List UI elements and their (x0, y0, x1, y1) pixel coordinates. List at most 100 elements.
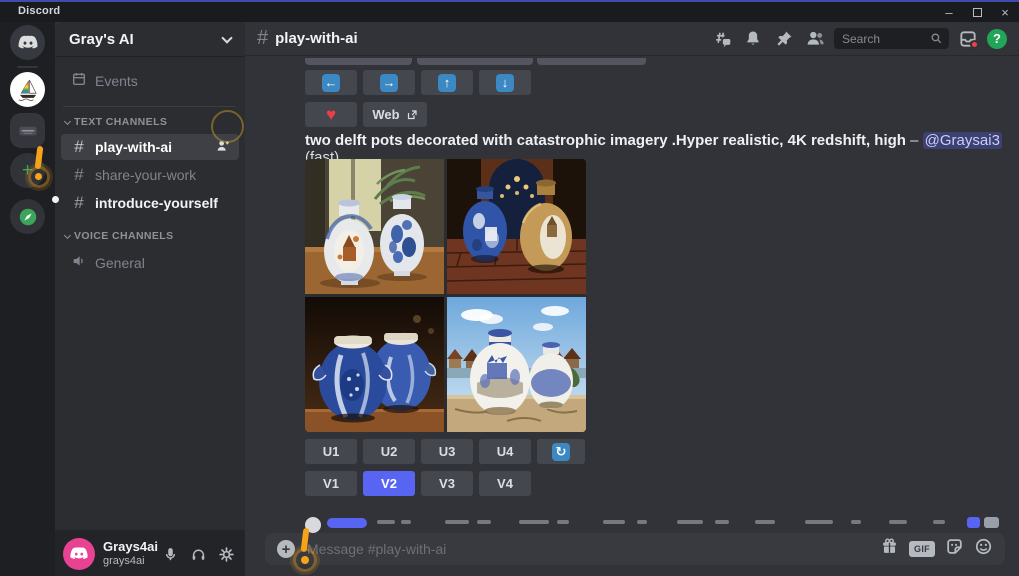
generated-image-3[interactable] (305, 297, 444, 432)
help-button[interactable]: ? (987, 29, 1007, 49)
server-thumbnail (15, 118, 41, 144)
clipped-message (285, 512, 1019, 534)
sidebar-divider (63, 106, 235, 107)
attach-button[interactable]: + (277, 540, 295, 558)
voice-channels-section[interactable]: VOICE CHANNELS (65, 230, 174, 242)
chevron-down-icon (221, 32, 232, 43)
user-bar: Grays4ai grays4ai (55, 530, 245, 576)
sidebar-item-introduce-yourself[interactable]: # introduce-yourself (61, 190, 239, 216)
upscale-3-button[interactable]: U3 (421, 439, 473, 464)
inbox-button[interactable] (956, 27, 980, 51)
maximize-icon (973, 8, 982, 17)
discord-window: Discord – × (0, 0, 1019, 576)
text-channels-section[interactable]: TEXT CHANNELS (65, 116, 167, 128)
plus-icon: + (282, 542, 291, 557)
sidebar-item-share-your-work[interactable]: # share-your-work (61, 162, 239, 188)
sidebar-item-events[interactable]: Events (61, 68, 239, 94)
variation-4-button[interactable]: V4 (479, 471, 531, 496)
variation-3-button[interactable]: V3 (421, 471, 473, 496)
favorite-button[interactable]: ♥ (305, 102, 357, 127)
search-container (834, 28, 949, 49)
sticker-button[interactable] (945, 537, 964, 561)
events-label: Events (95, 73, 138, 89)
gif-button[interactable]: GIF (909, 541, 935, 557)
arrow-right-icon: → (380, 74, 398, 92)
clipped-button[interactable] (417, 58, 533, 65)
maximize-button[interactable] (963, 2, 991, 22)
hash-icon: # (69, 137, 89, 157)
app-title: Discord (18, 5, 60, 17)
user-avatar[interactable] (63, 538, 95, 570)
chevron-down-icon (64, 117, 71, 124)
deafen-button[interactable] (187, 543, 209, 565)
generated-image-2[interactable] (447, 159, 586, 294)
pan-down-button[interactable]: ↓ (479, 70, 531, 95)
add-server-button[interactable]: + (10, 153, 45, 188)
generated-image-4[interactable] (447, 297, 586, 432)
chevron-down-icon (64, 231, 71, 238)
arrow-down-icon: ↓ (496, 74, 514, 92)
channel-sidebar: Gray's AI Events TEXT CHANNELS # play-wi… (55, 22, 245, 576)
server-name: Gray's AI (69, 31, 134, 48)
message-composer: + GIF (265, 533, 1005, 565)
rail-divider (17, 66, 38, 68)
close-button[interactable]: × (991, 2, 1019, 22)
pinned-messages-button[interactable] (772, 27, 796, 51)
prompt-text: two delft pots decorated with catastroph… (305, 132, 906, 149)
clipped-button[interactable] (305, 58, 412, 65)
hash-icon: # (257, 27, 268, 50)
emoji-button[interactable] (974, 537, 993, 561)
speaker-icon (69, 253, 89, 274)
sailboat-icon (15, 77, 41, 103)
user-handle: grays4ai (103, 555, 158, 568)
web-button[interactable]: Web (363, 102, 427, 127)
emoji (984, 517, 999, 528)
midjourney-server-button[interactable] (10, 72, 45, 107)
titlebar: Discord – × (0, 2, 1019, 22)
message-input[interactable] (305, 540, 880, 558)
channel-name: introduce-yourself (95, 195, 218, 211)
channel-name: General (95, 255, 145, 271)
arrow-left-icon: ← (322, 74, 340, 92)
clipped-button[interactable] (537, 58, 646, 65)
server-rail: + (0, 22, 55, 576)
gift-button[interactable] (880, 537, 899, 561)
member-list-button[interactable] (803, 27, 827, 51)
search-input[interactable] (840, 31, 930, 47)
channel-title: play-with-ai (275, 30, 358, 47)
pan-right-button[interactable]: → (363, 70, 415, 95)
variation-1-button[interactable]: V1 (305, 471, 357, 496)
headphones-icon (190, 546, 207, 563)
pan-up-button[interactable]: ↑ (421, 70, 473, 95)
sidebar-item-play-with-ai[interactable]: # play-with-ai (61, 134, 239, 160)
notifications-button[interactable] (741, 27, 765, 51)
server-header[interactable]: Gray's AI (55, 22, 245, 57)
pan-left-button[interactable]: ← (305, 70, 357, 95)
upscale-1-button[interactable]: U1 (305, 439, 357, 464)
smiley-icon (974, 537, 993, 556)
explore-servers-button[interactable] (10, 199, 45, 234)
user-mention[interactable]: @Graysai3 (923, 132, 1002, 149)
user-identity[interactable]: Grays4ai grays4ai (103, 540, 158, 568)
generated-image-1[interactable] (305, 159, 444, 294)
variation-2-button[interactable]: V2 (363, 471, 415, 496)
threads-button[interactable] (710, 27, 734, 51)
pin-icon (774, 29, 794, 49)
upscale-4-button[interactable]: U4 (479, 439, 531, 464)
reroll-button[interactable]: ↻ (537, 439, 585, 464)
mute-button[interactable] (159, 543, 181, 565)
hash-icon: # (69, 165, 89, 185)
user-mention (327, 518, 367, 528)
server-button[interactable] (10, 113, 45, 148)
bell-icon (743, 29, 763, 49)
discord-home-button[interactable] (10, 25, 45, 60)
threads-icon (712, 29, 732, 49)
upscale-2-button[interactable]: U2 (363, 439, 415, 464)
sidebar-item-general-voice[interactable]: General (61, 250, 239, 276)
create-invite-icon[interactable] (215, 138, 231, 157)
user-settings-button[interactable] (215, 543, 237, 565)
refresh-icon: ↻ (552, 443, 570, 461)
minimize-button[interactable]: – (935, 2, 963, 22)
notification-badge (970, 40, 979, 49)
username: Grays4ai (103, 540, 158, 555)
